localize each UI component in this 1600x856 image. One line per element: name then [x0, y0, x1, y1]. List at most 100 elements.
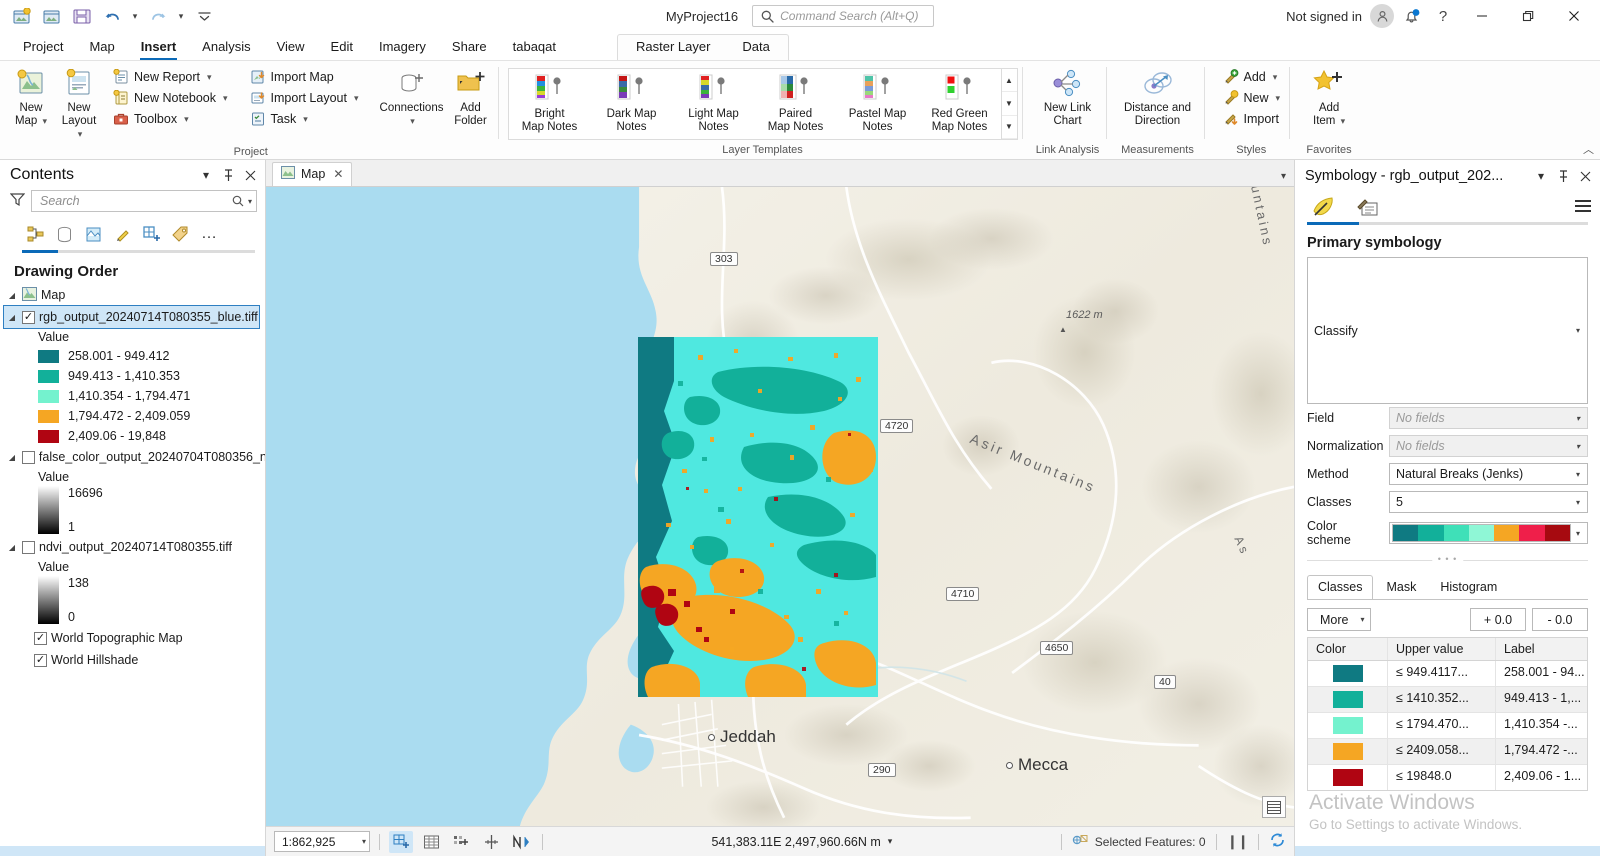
- paired-map-notes-template[interactable]: Paired Map Notes: [755, 69, 837, 139]
- class-label[interactable]: 949.413 - 1,...: [1496, 687, 1587, 712]
- list-by-labeling-icon[interactable]: [167, 222, 193, 246]
- class-upper-value[interactable]: ≤ 1794.470...: [1388, 713, 1496, 738]
- contents-pane-close-icon[interactable]: [241, 166, 259, 184]
- table-row[interactable]: ≤ 19848.0 2,409.06 - 1...: [1308, 765, 1587, 790]
- table-row[interactable]: ≤ 1410.352... 949.413 - 1,...: [1308, 687, 1587, 713]
- legend-class-row[interactable]: 2,409.06 - 19,848: [4, 426, 265, 446]
- classes-select[interactable]: 5 ▾: [1389, 491, 1588, 513]
- symbology-vary-by-attribute-icon[interactable]: [1351, 192, 1385, 222]
- minimize-button[interactable]: [1460, 0, 1504, 32]
- contents-search-input[interactable]: Search ▾: [31, 190, 257, 212]
- new-map-button[interactable]: New Map ▾: [8, 65, 54, 132]
- chevron-down-icon[interactable]: ▾: [1571, 326, 1585, 335]
- pane-splitter[interactable]: [1307, 560, 1588, 569]
- close-button[interactable]: [1552, 0, 1596, 32]
- chevron-down-icon[interactable]: ▾: [1571, 414, 1585, 423]
- list-by-drawing-order-icon[interactable]: [22, 222, 48, 246]
- class-label[interactable]: 2,409.06 - 1...: [1496, 765, 1587, 790]
- styles-add-button[interactable]: Add ▾: [1218, 67, 1286, 87]
- task-button[interactable]: Task ▾: [245, 109, 364, 129]
- chevron-down-icon[interactable]: ▾: [1571, 442, 1585, 451]
- chevron-down-icon[interactable]: ▾: [1571, 529, 1585, 538]
- map-canvas[interactable]: 303 4720 4710 4650 40 290 1622 m ▲ Asir …: [266, 186, 1294, 826]
- chevron-down-icon[interactable]: ▾: [184, 114, 189, 125]
- chevron-down-icon[interactable]: ▾: [354, 93, 359, 104]
- ribbon-tab-insert[interactable]: Insert: [128, 36, 189, 60]
- ribbon-tab-project[interactable]: Project: [10, 36, 76, 60]
- red-green-map-notes-template[interactable]: Red Green Map Notes: [919, 69, 1001, 139]
- basemap-visibility-checkbox[interactable]: [34, 653, 47, 667]
- class-color-cell[interactable]: [1308, 765, 1388, 790]
- distance-and-direction-button[interactable]: Distance and Direction: [1116, 65, 1200, 132]
- new-layout-button[interactable]: New Layout ▾: [56, 65, 102, 146]
- undo-icon[interactable]: [98, 3, 126, 29]
- symbology-pane-menu-icon[interactable]: ▾: [1532, 167, 1550, 185]
- ribbon-tab-share[interactable]: Share: [439, 36, 500, 60]
- contents-pane-pin-icon[interactable]: [219, 166, 237, 184]
- pastel-map-notes-template[interactable]: Pastel Map Notes: [837, 69, 919, 139]
- class-color-cell[interactable]: [1308, 661, 1388, 686]
- list-by-selection-icon[interactable]: [80, 222, 106, 246]
- avatar[interactable]: [1370, 4, 1394, 28]
- chevron-down-icon[interactable]: ▾: [1571, 470, 1585, 479]
- method-select[interactable]: Natural Breaks (Jenks) ▾: [1389, 463, 1588, 485]
- add-folder-button[interactable]: Add Folder: [448, 65, 494, 132]
- map-tabs-overflow-icon[interactable]: ▾: [1281, 171, 1286, 182]
- attribute-table-icon[interactable]: [419, 831, 443, 853]
- class-upper-value[interactable]: ≤ 2409.058...: [1388, 739, 1496, 764]
- gallery-scroll-up-icon[interactable]: ▲: [1001, 69, 1017, 93]
- contextual-tab-raster-layer[interactable]: Raster Layer: [620, 35, 726, 60]
- contextual-tab-data[interactable]: Data: [726, 35, 785, 60]
- layer-row-ndvi[interactable]: ◢ ndvi_output_20240714T080355.tiff: [4, 536, 265, 558]
- undo-dropdown-icon[interactable]: ▾: [128, 3, 142, 29]
- table-row[interactable]: ≤ 1794.470... 1,410.354 -...: [1308, 713, 1587, 739]
- tab-histogram[interactable]: Histogram: [1429, 575, 1508, 599]
- import-map-button[interactable]: Import Map: [245, 67, 364, 87]
- layer-row-rgb-output[interactable]: ◢ rgb_output_20240714T080355_blue.tiff: [3, 305, 260, 329]
- list-by-editing-icon[interactable]: [109, 222, 135, 246]
- map-overview-button[interactable]: [1262, 796, 1286, 818]
- layer-row-false-color[interactable]: ◢ false_color_output_20240704T080356_n: [4, 446, 265, 468]
- hamburger-menu-icon[interactable]: [1574, 199, 1592, 222]
- remove-class-button[interactable]: - 0.0: [1532, 608, 1588, 631]
- more-button[interactable]: More ▾: [1307, 608, 1371, 631]
- expand-collapse-icon[interactable]: ◢: [6, 313, 18, 322]
- connections-button[interactable]: Connections ▾: [378, 65, 446, 132]
- select-by-rectangle-icon[interactable]: [389, 830, 413, 853]
- chevron-down-icon[interactable]: ▾: [362, 837, 366, 846]
- symbology-pane-close-icon[interactable]: [1576, 167, 1594, 185]
- coordinate-units-dropdown-icon[interactable]: ▾: [888, 836, 893, 847]
- list-by-data-source-icon[interactable]: [51, 222, 77, 246]
- class-label[interactable]: 1,794.472 -...: [1496, 739, 1587, 764]
- chevron-down-icon[interactable]: ▾: [303, 114, 308, 125]
- customize-quick-access-icon[interactable]: [190, 3, 218, 29]
- table-row[interactable]: ≤ 949.4117... 258.001 - 94...: [1308, 661, 1587, 687]
- table-row[interactable]: ≤ 2409.058... 1,794.472 -...: [1308, 739, 1587, 765]
- new-report-button[interactable]: New Report ▾: [108, 67, 233, 87]
- toolbox-button[interactable]: Toolbox ▾: [108, 109, 233, 129]
- legend-class-row[interactable]: 1,410.354 - 1,794.471: [4, 386, 265, 406]
- north-arrow-icon[interactable]: [509, 831, 533, 853]
- normalization-select[interactable]: No fields ▾: [1389, 435, 1588, 457]
- select-features-icon[interactable]: [449, 831, 473, 853]
- class-color-cell[interactable]: [1308, 739, 1388, 764]
- more-options-icon[interactable]: …: [196, 222, 222, 246]
- tree-node-map[interactable]: ◢ Map: [4, 284, 265, 306]
- open-project-icon[interactable]: [38, 3, 66, 29]
- new-project-icon[interactable]: [8, 3, 36, 29]
- refresh-icon[interactable]: [1269, 832, 1286, 851]
- chevron-down-icon[interactable]: ▾: [1360, 615, 1364, 624]
- expand-collapse-icon[interactable]: ◢: [6, 291, 18, 300]
- add-item-button[interactable]: Add Item ▾: [1301, 65, 1357, 132]
- restore-button[interactable]: [1506, 0, 1550, 32]
- class-color-cell[interactable]: [1308, 713, 1388, 738]
- collapse-ribbon-icon[interactable]: ︿: [1583, 141, 1594, 157]
- ribbon-tab-imagery[interactable]: Imagery: [366, 36, 439, 60]
- color-scheme-select[interactable]: ▾: [1389, 522, 1588, 544]
- tab-classes[interactable]: Classes: [1307, 575, 1374, 599]
- command-search-input[interactable]: Command Search (Alt+Q): [752, 5, 935, 27]
- layer-visibility-checkbox[interactable]: [22, 310, 35, 324]
- class-color-cell[interactable]: [1308, 687, 1388, 712]
- map-tab[interactable]: Map ✕: [272, 162, 353, 186]
- import-layout-button[interactable]: Import Layout ▾: [245, 88, 364, 108]
